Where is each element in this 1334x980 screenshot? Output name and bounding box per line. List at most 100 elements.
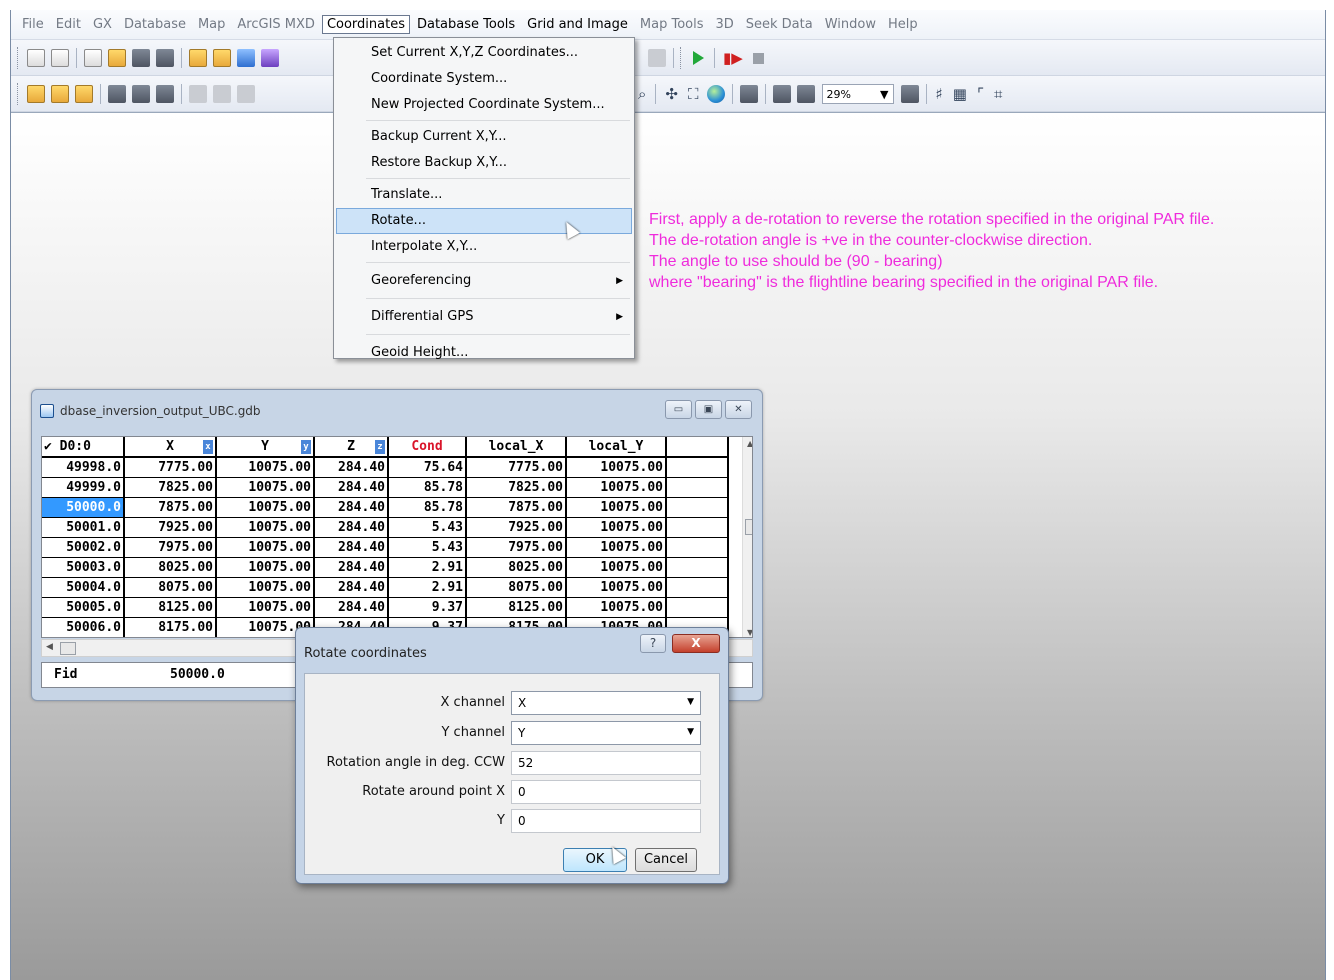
table-cell[interactable]: 284.40 (314, 577, 389, 598)
table-cell[interactable]: 50005.0 (42, 597, 125, 618)
table-cell[interactable]: 8075.00 (124, 577, 217, 598)
menu-help[interactable]: Help (883, 15, 923, 34)
table-cell[interactable]: 10075.00 (566, 597, 667, 618)
y-channel-select[interactable]: Y ▼ (511, 721, 701, 745)
table-row[interactable]: 50002.0 7975.00 10075.00 284.40 5.43 7975.00 1… (42, 537, 729, 558)
column-header-x[interactable]: Xx (124, 437, 217, 458)
database-icon[interactable] (132, 49, 150, 67)
table-cell[interactable]: 5.43 (388, 517, 467, 538)
table-cell[interactable]: 10075.00 (216, 557, 315, 578)
table-cell[interactable]: 10075.00 (216, 457, 315, 478)
toolbar-grip[interactable] (17, 83, 20, 105)
table-cell[interactable]: 7975.00 (124, 537, 217, 558)
table-row[interactable]: 49999.0 7825.00 10075.00 284.40 85.78 7825.00… (42, 477, 729, 498)
table-cell[interactable]: 7825.00 (124, 477, 217, 498)
corner-icon[interactable]: ⌜ (977, 86, 984, 102)
table-cell[interactable]: 7825.00 (466, 477, 567, 498)
table-cell[interactable]: 10075.00 (566, 457, 667, 478)
table-cell[interactable]: 85.78 (388, 497, 467, 518)
point-x-input[interactable]: 0 (511, 780, 701, 804)
table-cell[interactable]: 50001.0 (42, 517, 125, 538)
table-cell[interactable]: 5.43 (388, 537, 467, 558)
table-cell[interactable]: 8125.00 (124, 597, 217, 618)
open-database-icon[interactable] (75, 85, 93, 103)
table-row[interactable]: 50000.0 7875.00 10075.00 284.40 85.78 7875.00… (42, 497, 729, 518)
table-cell[interactable]: 50003.0 (42, 557, 125, 578)
menu-map[interactable]: Map (193, 15, 230, 34)
table-row[interactable]: 50001.0 7925.00 10075.00 284.40 5.43 7925.00 1… (42, 517, 729, 538)
open-grid-icon[interactable] (213, 49, 231, 67)
table-cell[interactable]: 7775.00 (124, 457, 217, 478)
menu-item-interpolate-xy[interactable]: Interpolate X,Y... (336, 234, 632, 260)
help-button[interactable]: ? (640, 634, 666, 653)
minimize-button[interactable]: ▭ (665, 400, 692, 419)
profile-icon[interactable] (189, 85, 207, 103)
column-header-fid[interactable]: ✔ D0:0 (42, 437, 125, 458)
table-cell[interactable]: 9.37 (388, 597, 467, 618)
grid-lines-icon[interactable]: ♯ (936, 86, 943, 102)
table-cell[interactable]: 8025.00 (466, 557, 567, 578)
grid-view-icon[interactable] (237, 49, 255, 67)
database-export-icon[interactable] (156, 49, 174, 67)
table-cell[interactable]: 10075.00 (566, 497, 667, 518)
menu-item-restore-backup-xy[interactable]: Restore Backup X,Y... (336, 150, 632, 176)
chart-icon[interactable] (237, 85, 255, 103)
menu-edit[interactable]: Edit (51, 15, 86, 34)
menu-seek-data[interactable]: Seek Data (741, 15, 818, 34)
layers-icon[interactable] (739, 85, 758, 103)
column-header-z[interactable]: Zz (314, 437, 389, 458)
table-cell[interactable]: 10075.00 (216, 537, 315, 558)
table-cell[interactable]: 7775.00 (466, 457, 567, 478)
column-header-empty[interactable] (666, 437, 729, 458)
open-map-icon[interactable] (189, 49, 207, 67)
table-cell[interactable]: 284.40 (314, 457, 389, 478)
maximize-button[interactable]: ▣ (695, 400, 722, 419)
run-gx-icon[interactable] (693, 51, 704, 65)
split-profile-icon[interactable] (213, 85, 231, 103)
table-cell[interactable]: 10075.00 (216, 577, 315, 598)
table-cell[interactable]: 85.78 (388, 477, 467, 498)
table-cell[interactable]: 7975.00 (466, 537, 567, 558)
table-cell[interactable]: 7925.00 (466, 517, 567, 538)
table-cell[interactable]: 8175.00 (124, 617, 217, 637)
table-cell[interactable]: 50002.0 (42, 537, 125, 558)
table-cell[interactable]: 10075.00 (216, 477, 315, 498)
table-cell[interactable]: 7875.00 (124, 497, 217, 518)
stop-icon[interactable] (752, 52, 764, 64)
table-cell[interactable]: 7875.00 (466, 497, 567, 518)
globe-icon[interactable] (706, 85, 725, 103)
column-header-y[interactable]: Yy (216, 437, 315, 458)
menu-coordinates[interactable]: Coordinates (321, 15, 410, 34)
table-row[interactable]: 50004.0 8075.00 10075.00 284.40 2.91 8075.00 1… (42, 577, 729, 598)
scroll-down-icon[interactable]: ▼ (747, 628, 752, 637)
table-cell[interactable]: 10075.00 (566, 517, 667, 538)
table-row[interactable]: 49998.0 7775.00 10075.00 284.40 75.64 7775.00… (42, 457, 729, 478)
table-cell[interactable]: 10075.00 (566, 477, 667, 498)
menu-item-translate[interactable]: Translate... (336, 182, 632, 208)
cancel-button[interactable]: Cancel (635, 848, 697, 872)
table-row[interactable]: 50003.0 8025.00 10075.00 284.40 2.91 8025.00 1… (42, 557, 729, 578)
find-icon[interactable]: ⌕ (638, 86, 646, 102)
menu-gx[interactable]: GX (88, 15, 117, 34)
table-cell[interactable]: 50004.0 (42, 577, 125, 598)
table-cell[interactable] (666, 577, 729, 598)
column-header-local-y[interactable]: local_Y (566, 437, 667, 458)
table-cell[interactable]: 49998.0 (42, 457, 125, 478)
export-icon[interactable] (648, 49, 666, 67)
table-cell[interactable]: 284.40 (314, 477, 389, 498)
table-cell[interactable]: 2.91 (388, 557, 467, 578)
record-play-icon[interactable]: ▮▶ (723, 50, 743, 66)
table-cell[interactable]: 10075.00 (216, 497, 315, 518)
table-cell[interactable] (666, 457, 729, 478)
menu-item-geoid-height[interactable]: Geoid Height... (336, 338, 632, 368)
project-explorer-icon[interactable] (51, 49, 69, 67)
line-tool-icon[interactable] (108, 85, 126, 103)
table-cell[interactable]: 7925.00 (124, 517, 217, 538)
point-y-input[interactable]: 0 (511, 809, 701, 833)
next-line-icon[interactable] (156, 85, 174, 103)
zoom-extents-icon[interactable]: ✣ (665, 86, 678, 102)
toolbar-grip[interactable] (680, 47, 683, 69)
table-cell[interactable]: 284.40 (314, 517, 389, 538)
table-cell[interactable] (666, 557, 729, 578)
menu-file[interactable]: File (17, 15, 49, 34)
